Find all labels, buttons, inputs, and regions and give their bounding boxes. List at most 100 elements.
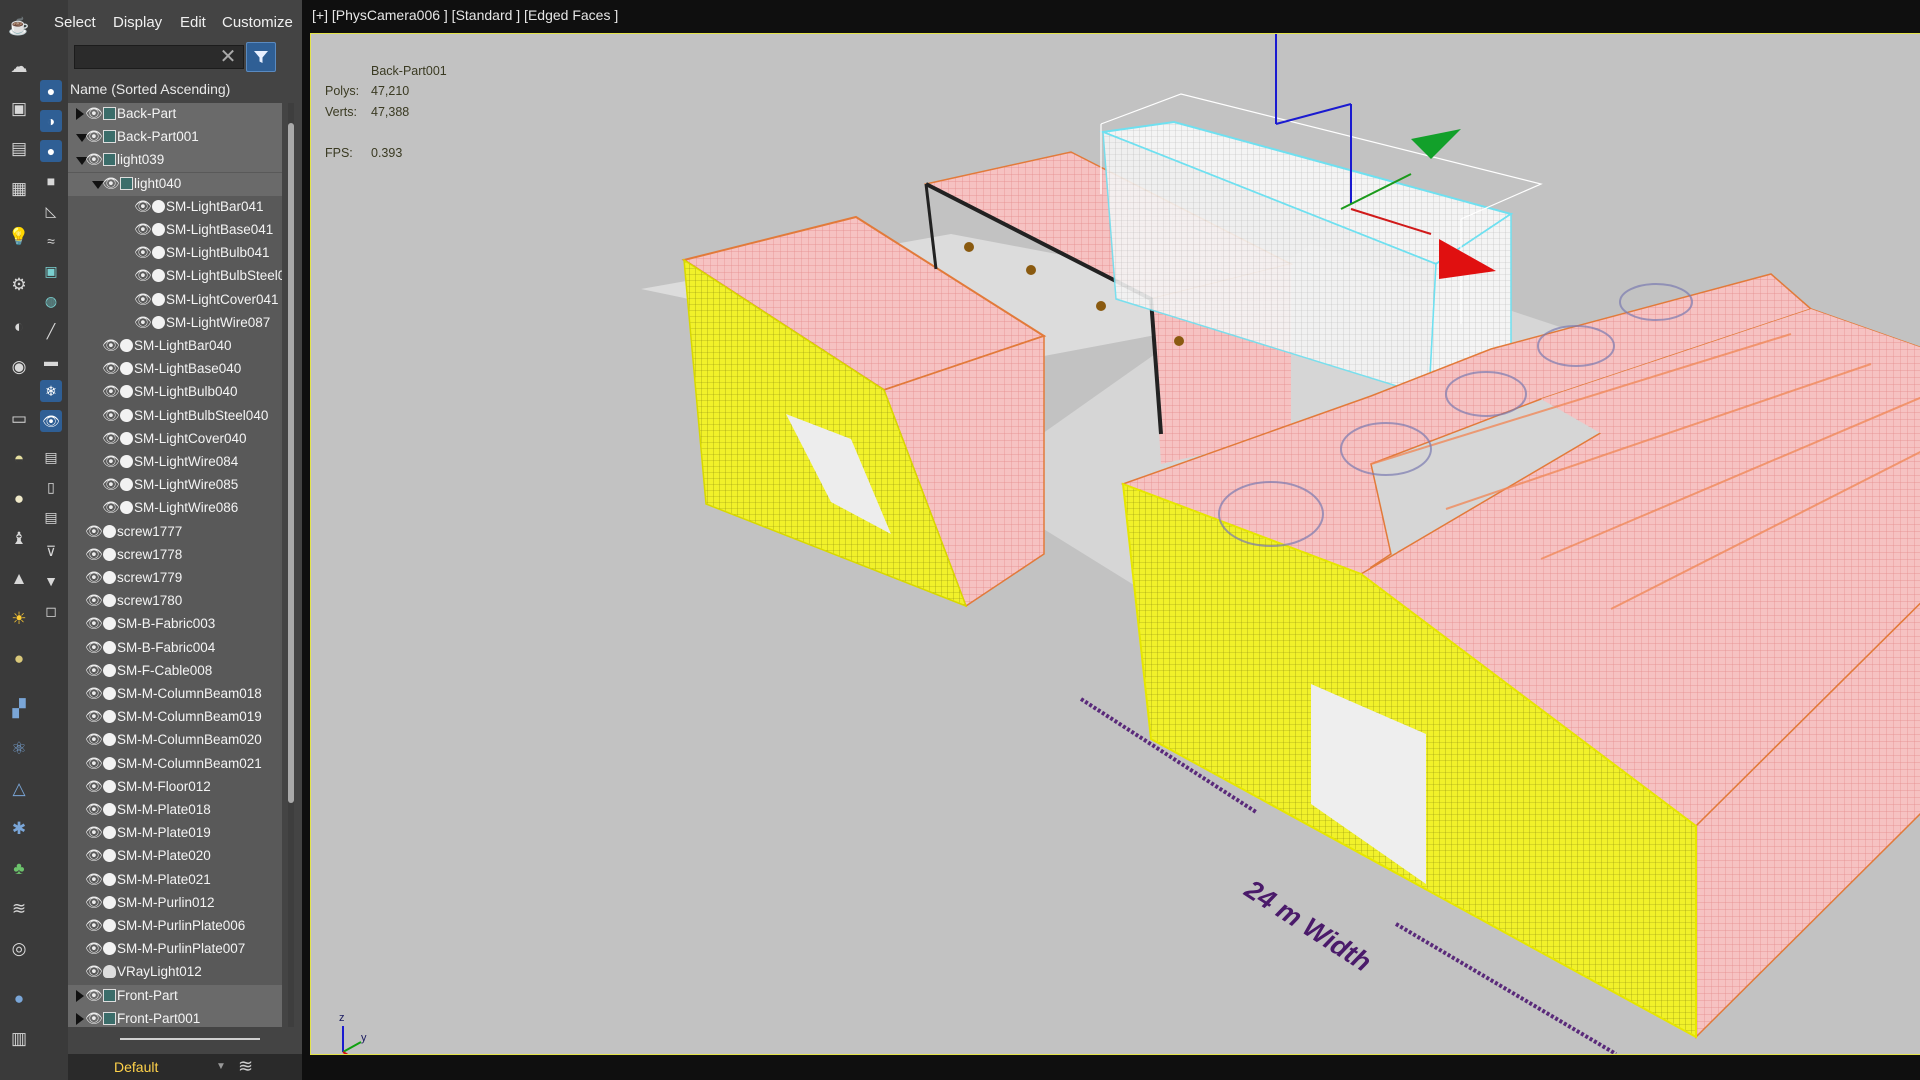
hair-icon[interactable]: ≋ <box>6 896 32 922</box>
display-xrefs-icon[interactable]: ◍ <box>40 290 62 312</box>
tree-row[interactable]: 👁 screw1777 <box>68 521 282 544</box>
eye-icon[interactable]: 👁 <box>85 662 103 679</box>
tree-row[interactable]: 👁 SM-M-PurlinPlate006 <box>68 915 282 938</box>
display-cameras-icon[interactable]: ■ <box>40 170 62 192</box>
tree-row[interactable]: 👁 SM-LightBar040 <box>68 335 282 358</box>
eye-icon[interactable]: 👁 <box>102 175 120 192</box>
eye-icon[interactable]: 👁 <box>85 685 103 702</box>
eye-icon[interactable]: 👁 <box>85 615 103 632</box>
tree-row[interactable]: 👁 SM-M-ColumnBeam020 <box>68 729 282 752</box>
camera-rig-icon[interactable]: ⚙ <box>6 272 32 298</box>
tree-row[interactable]: 👁 Front-Part001 <box>68 1007 282 1027</box>
mesh-icon[interactable]: ▞ <box>6 696 32 722</box>
eye-icon[interactable]: 👁 <box>102 476 120 493</box>
eye-icon[interactable]: 👁 <box>134 198 152 215</box>
tree-row[interactable]: 👁 SM-M-Purlin012 <box>68 892 282 915</box>
eye-icon[interactable]: 👁 <box>85 917 103 934</box>
eye-icon[interactable]: 👁 <box>85 940 103 957</box>
collapse-arrow-icon[interactable] <box>76 1012 84 1025</box>
tree-row[interactable]: 👁 SM-LightBase040 <box>68 358 282 381</box>
display-hidden-icon[interactable]: 👁 <box>40 410 62 432</box>
tree-row[interactable]: 👁 SM-LightBar041 <box>68 196 282 219</box>
tree-row[interactable]: 👁 SM-M-Plate018 <box>68 799 282 822</box>
eye-icon[interactable]: 👁 <box>85 523 103 540</box>
eye-icon[interactable]: 👁 <box>102 499 120 516</box>
eye-icon[interactable]: 👁 <box>85 731 103 748</box>
layers-icon[interactable]: ≋ <box>238 1056 253 1077</box>
tree-row[interactable]: 👁 Back-Part <box>68 103 282 126</box>
eye-icon[interactable]: 👁 <box>85 894 103 911</box>
display-influences-icon[interactable]: ▯ <box>40 476 62 498</box>
display-groups-icon[interactable]: ▣ <box>40 260 62 282</box>
tree-row[interactable]: 👁 SM-LightWire085 <box>68 474 282 497</box>
eye-icon[interactable]: 👁 <box>85 987 103 1004</box>
eye-icon[interactable]: 👁 <box>134 244 152 261</box>
close-icon[interactable]: ✕ <box>216 45 240 69</box>
display-spacewarps-icon[interactable]: ≈ <box>40 230 62 252</box>
eye-icon[interactable]: 👁 <box>134 291 152 308</box>
tree-row[interactable]: 👁 light040 <box>68 172 282 196</box>
cloud-icon[interactable]: ☁ <box>6 54 32 80</box>
tree-row[interactable]: 👁 SM-B-Fabric004 <box>68 637 282 660</box>
grass-icon[interactable]: ♣ <box>6 856 32 882</box>
molecule-icon[interactable]: ⚛ <box>6 736 32 762</box>
display-lights-icon[interactable]: ● <box>40 140 62 162</box>
eye-icon[interactable]: 👁 <box>102 453 120 470</box>
sun-icon[interactable]: ☀ <box>6 606 32 632</box>
dome-icon[interactable]: ◓ <box>6 446 32 472</box>
tree-row[interactable]: 👁 SM-M-ColumnBeam018 <box>68 683 282 706</box>
tree-scrollbar[interactable] <box>288 103 294 1027</box>
tree-row[interactable]: 👁 SM-LightWire086 <box>68 497 282 520</box>
eye-icon[interactable]: 👁 <box>85 871 103 888</box>
tree-row[interactable]: 👁 VRayLight012 <box>68 961 282 984</box>
horizontal-scrollbar-thumb[interactable] <box>120 1038 260 1040</box>
helmet-icon[interactable]: ◐ <box>6 314 32 340</box>
eye-icon[interactable]: 👁 <box>85 639 103 656</box>
pyramid-icon[interactable]: △ <box>6 776 32 802</box>
eye-icon[interactable]: 👁 <box>85 963 103 980</box>
layer-dropdown[interactable]: Default ▼ <box>48 1056 238 1078</box>
eye-icon[interactable]: 👁 <box>85 569 103 586</box>
display-dependents-icon[interactable]: ▤ <box>40 506 62 528</box>
bulb-icon[interactable]: 💡 <box>6 224 32 250</box>
eye-icon[interactable]: 👁 <box>102 360 120 377</box>
globe-icon[interactable]: ● <box>6 986 32 1012</box>
funnel-icon[interactable]: ▼ <box>40 570 62 592</box>
tree-row[interactable]: 👁 SM-M-ColumnBeam021 <box>68 753 282 776</box>
tree-row[interactable]: 👁 SM-LightBulb040 <box>68 381 282 404</box>
display-objects-icon[interactable]: ● <box>40 80 62 102</box>
eye-icon[interactable]: 👁 <box>85 847 103 864</box>
tree-row[interactable]: 👁 light039 <box>68 149 282 173</box>
viewport-canvas[interactable]: Back-Part001 Polys: 47,210 Verts: 47,388… <box>310 33 1920 1055</box>
eye-icon[interactable]: 👁 <box>85 1010 103 1027</box>
eye-icon[interactable]: 👁 <box>85 708 103 725</box>
eye-icon[interactable]: 👁 <box>85 801 103 818</box>
eye-icon[interactable]: 👁 <box>85 592 103 609</box>
tree-row[interactable]: 👁 Front-Part <box>68 984 282 1008</box>
menu-select[interactable]: Select <box>54 14 96 31</box>
tree-row[interactable]: 👁 SM-M-Plate020 <box>68 845 282 868</box>
display-shapes-icon[interactable]: ◑ <box>40 110 62 132</box>
eye-icon[interactable]: 👁 <box>102 430 120 447</box>
menu-edit[interactable]: Edit <box>180 14 206 31</box>
collapse-arrow-icon[interactable] <box>76 108 84 120</box>
eye-icon[interactable]: 👁 <box>102 407 120 424</box>
tree-row[interactable]: 👁 SM-LightWire084 <box>68 451 282 474</box>
tree-row[interactable]: 👁 SM-LightWire087 <box>68 312 282 335</box>
container-icon[interactable]: ◻ <box>40 600 62 622</box>
display-containers-icon[interactable]: ▬ <box>40 350 62 372</box>
tree-row[interactable]: 👁 SM-M-Plate019 <box>68 822 282 845</box>
paint-icon[interactable]: ▣ <box>6 96 32 122</box>
tree-row[interactable]: 👁 SM-LightCover041 <box>68 289 282 312</box>
horizontal-scrollbar[interactable] <box>88 1036 278 1042</box>
viewport-label[interactable]: [+] [PhysCamera006 ] [Standard ] [Edged … <box>312 7 618 23</box>
eye-icon[interactable]: 👁 <box>85 546 103 563</box>
layers-icon[interactable]: ▥ <box>6 1026 32 1052</box>
eye-icon[interactable]: 👁 <box>85 151 103 168</box>
tree-row[interactable]: 👁 SM-M-Plate021 <box>68 869 282 892</box>
sphere-icon[interactable]: ● <box>6 486 32 512</box>
display-bones-icon[interactable]: ╱ <box>40 320 62 342</box>
tree-row[interactable]: 👁 SM-B-Fabric003 <box>68 613 282 636</box>
eye-icon[interactable]: 👁 <box>85 105 103 122</box>
tree-row[interactable]: 👁 SM-M-ColumnBeam019 <box>68 706 282 729</box>
